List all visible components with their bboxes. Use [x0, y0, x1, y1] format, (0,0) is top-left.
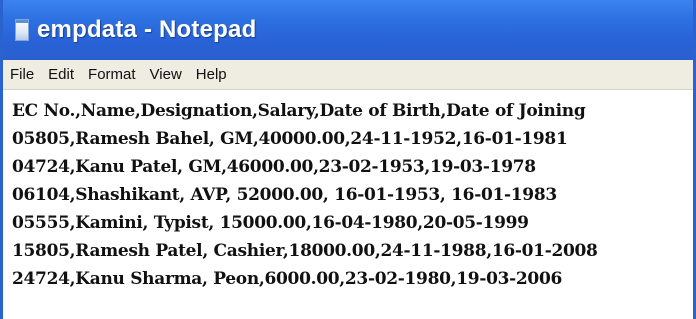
- notepad-icon[interactable]: [15, 19, 29, 41]
- text-line: 04724,Kanu Patel, GM,46000.00,23-02-1953…: [12, 157, 536, 177]
- title-bar[interactable]: empdata - Notepad: [3, 0, 693, 60]
- text-line: 15805,Ramesh Patel, Cashier,18000.00,24-…: [12, 241, 598, 261]
- window-title: empdata - Notepad: [37, 16, 257, 43]
- menu-view[interactable]: View: [150, 66, 182, 83]
- menu-format[interactable]: Format: [88, 66, 136, 83]
- text-line: 05805,Ramesh Bahel, GM,40000.00,24-11-19…: [12, 129, 568, 149]
- text-line: 06104,Shashikant, AVP, 52000.00, 16-01-1…: [12, 185, 557, 205]
- notepad-window: empdata - Notepad File Edit Format View …: [0, 0, 696, 319]
- menu-help[interactable]: Help: [196, 66, 227, 83]
- menu-bar: File Edit Format View Help: [3, 60, 693, 90]
- menu-file[interactable]: File: [10, 66, 34, 83]
- text-line: 05555,Kamini, Typist, 15000.00,16-04-198…: [12, 213, 529, 233]
- menu-edit[interactable]: Edit: [48, 66, 74, 83]
- text-editor-area[interactable]: EC No.,Name,Designation,Salary,Date of B…: [3, 90, 693, 319]
- text-line: 24724,Kanu Sharma, Peon,6000.00,23-02-19…: [12, 269, 563, 289]
- text-line-header: EC No.,Name,Designation,Salary,Date of B…: [12, 101, 586, 121]
